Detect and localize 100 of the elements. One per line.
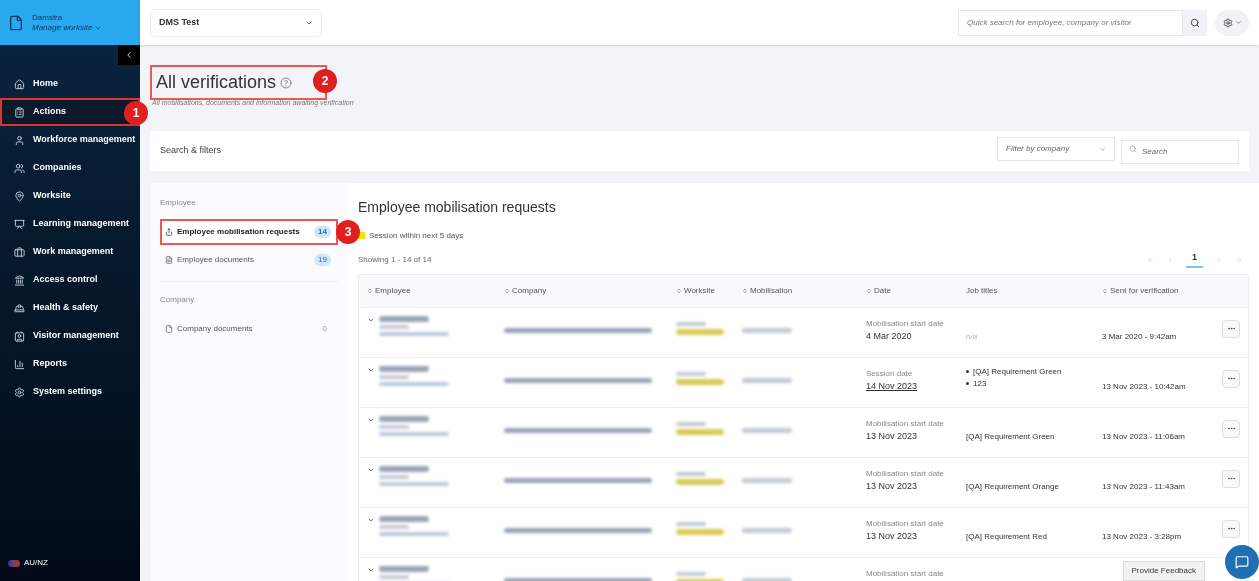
region-label[interactable]: AU/NZ — [24, 557, 48, 569]
map-pin-icon — [14, 190, 25, 202]
feedback-button[interactable]: Provide Feedback — [1122, 561, 1205, 581]
date-label: Session date — [866, 367, 914, 380]
date-text: 13 Nov 2023 — [866, 529, 919, 543]
redacted-text — [379, 315, 429, 322]
badge-icon — [14, 330, 25, 342]
nav-item[interactable]: Visitor management — [0, 322, 140, 350]
document-icon — [165, 255, 173, 264]
nav-item[interactable]: Work management — [0, 238, 140, 266]
worksite-menu[interactable]: Manage worksite — [32, 22, 103, 33]
more-button[interactable] — [1222, 319, 1240, 338]
section-title: Employee mobilisation requests — [358, 197, 557, 217]
nav-item[interactable]: Reports — [0, 350, 140, 378]
briefcase-icon — [14, 246, 25, 258]
redacted-text — [742, 477, 792, 483]
redacted-text — [379, 574, 409, 579]
nav-item[interactable]: Learning management — [0, 210, 140, 238]
company-filter[interactable]: Filter by company — [997, 137, 1115, 162]
column-header[interactable]: Mobilisation — [742, 284, 866, 297]
project-select[interactable]: DMS Test — [150, 8, 322, 37]
more-button[interactable] — [1222, 419, 1240, 438]
nav-item[interactable]: Workforce management — [0, 126, 140, 154]
nav-item[interactable]: Home — [0, 70, 140, 98]
building-icon — [14, 274, 25, 286]
job-title: [QA] Requirement Green — [966, 365, 1102, 378]
date-label: Mobilisation start date — [866, 517, 945, 530]
search-icon — [1190, 17, 1200, 28]
legend-swatch — [358, 232, 365, 239]
quick-search-field[interactable]: Quick search for employee, company or visitor — [958, 9, 1183, 36]
redacted-text — [379, 365, 429, 372]
redacted-text — [379, 481, 449, 486]
collapse-button[interactable] — [118, 45, 140, 65]
redacted-text — [676, 471, 706, 476]
column-header[interactable]: Date — [866, 284, 966, 297]
redacted-text — [676, 321, 706, 326]
job-title: [QA] Requirement Orange — [966, 481, 1059, 491]
chevron-left-icon — [124, 50, 134, 60]
redacted-text — [676, 328, 724, 335]
sent-time: 13 Nov 2023 - 3:28pm — [1102, 531, 1182, 541]
sort-icon — [367, 287, 373, 294]
annotation-marker: 1 — [124, 101, 148, 125]
nav-item[interactable]: Health & safety — [0, 294, 140, 322]
ellipsis-icon — [1226, 524, 1236, 533]
search-field[interactable]: Search — [1121, 139, 1239, 164]
column-header: Job titles — [966, 284, 999, 297]
caret-icon — [1099, 145, 1106, 153]
nav-item[interactable]: Companies — [0, 154, 140, 182]
redacted-text — [379, 424, 409, 429]
job-title: n/a — [966, 331, 978, 341]
helmet-icon — [14, 302, 25, 314]
last-page-icon[interactable] — [1235, 255, 1243, 264]
search-icon — [1129, 145, 1137, 154]
sort-icon — [866, 287, 872, 294]
presentation-icon — [14, 218, 25, 230]
more-button[interactable] — [1222, 369, 1240, 388]
date-text: 13 Nov 2023 — [866, 479, 919, 493]
first-page-icon[interactable] — [1146, 255, 1154, 264]
category-item[interactable]: Company documents 0 — [160, 315, 338, 342]
legend-label: Session within next 5 days — [369, 229, 464, 242]
more-button[interactable] — [1222, 469, 1240, 488]
page-title: All verifications — [156, 71, 277, 94]
category-item[interactable]: Employee documents 19 — [160, 246, 338, 273]
category-heading: Company — [160, 293, 196, 306]
next-page-icon[interactable] — [1215, 255, 1223, 264]
column-header[interactable]: Employee — [359, 284, 504, 297]
column-header[interactable]: Worksite — [676, 284, 742, 297]
flag-icon — [8, 559, 20, 567]
date-link[interactable]: 14 Nov 2023 — [866, 379, 966, 393]
redacted-text — [379, 474, 409, 479]
bar-chart-icon — [14, 358, 25, 370]
column-header[interactable]: Sent for verification — [1102, 284, 1232, 297]
nav-item[interactable]: Access control — [0, 266, 140, 294]
search-button[interactable] — [1183, 9, 1207, 36]
redacted-text — [676, 528, 724, 535]
chat-button[interactable] — [1225, 545, 1259, 579]
date-label: Mobilisation start date — [866, 567, 945, 580]
chat-icon — [1235, 555, 1249, 569]
redacted-text — [379, 465, 429, 472]
sort-icon — [676, 287, 682, 294]
ellipsis-icon — [1226, 324, 1236, 333]
more-button[interactable] — [1222, 519, 1240, 538]
settings-button[interactable] — [1215, 9, 1249, 36]
redacted-text — [676, 371, 706, 376]
page-link[interactable]: 1 — [1186, 250, 1203, 269]
file-icon — [165, 324, 173, 333]
date-text: 4 Mar 2020 — [866, 329, 913, 343]
help-icon[interactable] — [280, 76, 293, 89]
date-label: Mobilisation start date — [866, 317, 945, 330]
home-icon — [14, 78, 25, 90]
date-label: Mobilisation start date — [866, 467, 945, 480]
nav-item[interactable]: Worksite — [0, 182, 140, 210]
ellipsis-icon — [1226, 374, 1236, 383]
previous-page-icon[interactable] — [1166, 255, 1174, 264]
redacted-text — [379, 415, 429, 422]
category-item[interactable]: Employee mobilisation requests 14 — [160, 218, 338, 245]
nav-item[interactable]: System settings — [0, 378, 140, 406]
redacted-text — [379, 324, 409, 329]
redacted-text — [379, 531, 449, 536]
column-header[interactable]: Company — [504, 284, 676, 297]
